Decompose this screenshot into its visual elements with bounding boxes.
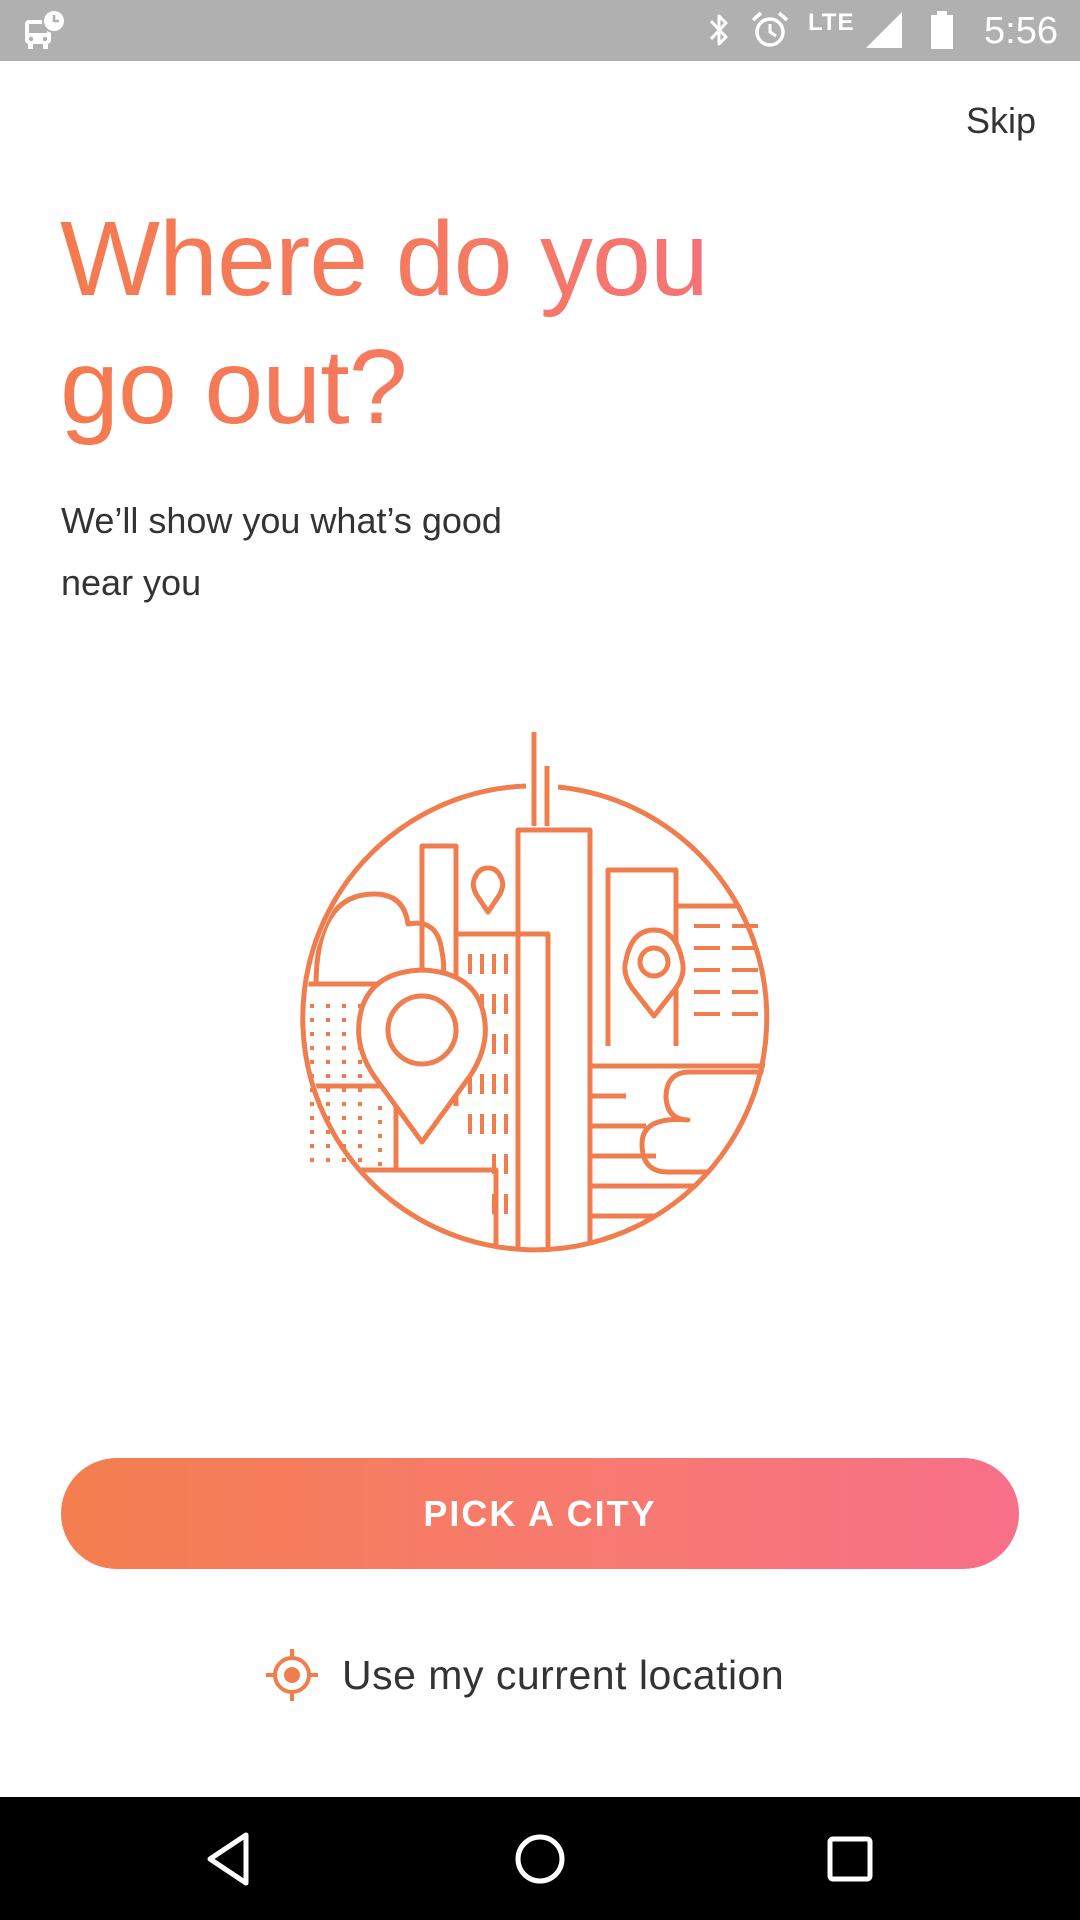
navigation-bar — [0, 1797, 1080, 1920]
back-icon[interactable] — [198, 1827, 262, 1891]
status-bar: LTE 5:56 — [0, 0, 1080, 61]
network-type: LTE — [808, 9, 855, 36]
location-target-icon — [266, 1649, 318, 1701]
clock: 5:56 — [984, 10, 1058, 52]
battery-icon — [931, 11, 953, 49]
page-title-line-1: Where do you — [60, 200, 708, 318]
subtitle-line-1: We’ll show you what’s good — [61, 500, 502, 541]
transit-notification-icon — [25, 9, 66, 49]
bluetooth-icon — [709, 14, 728, 46]
pick-a-city-button[interactable]: PICK A CITY — [61, 1458, 1019, 1569]
home-icon[interactable] — [508, 1827, 572, 1891]
subtitle-line-2: near you — [61, 562, 202, 603]
subtitle: We’ll show you what’s good near you — [61, 490, 621, 614]
alarm-icon — [751, 11, 789, 47]
signal-icon — [866, 12, 902, 48]
recents-icon[interactable] — [818, 1827, 882, 1891]
page-title: Where do you go out? — [60, 195, 820, 451]
use-current-location-link[interactable]: Use my current location — [264, 1645, 784, 1705]
skip-button[interactable]: Skip — [966, 100, 1036, 142]
page-title-line-2: go out? — [60, 328, 407, 446]
city-map-illustration — [300, 732, 770, 1253]
use-current-location-label: Use my current location — [342, 1651, 785, 1698]
